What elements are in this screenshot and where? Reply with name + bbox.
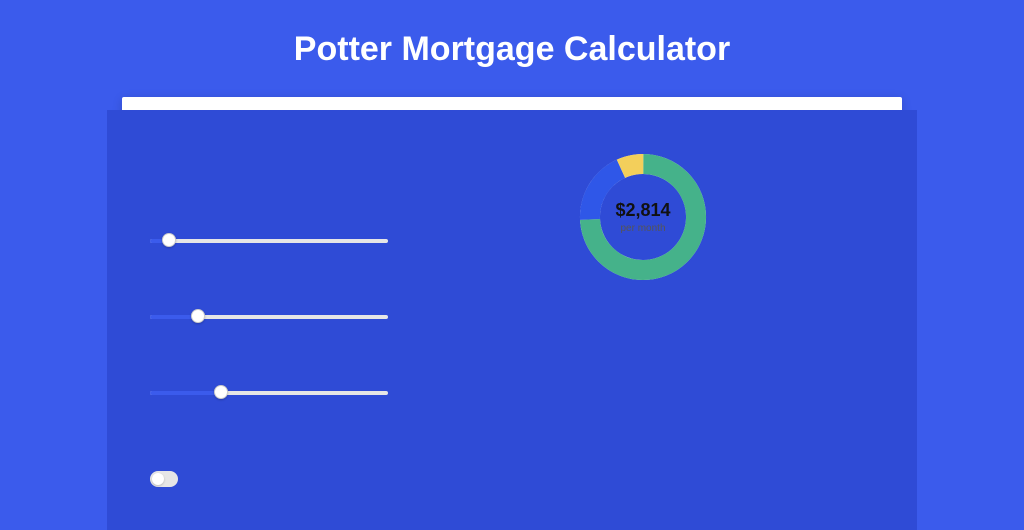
slider-thumb[interactable] [162, 233, 176, 247]
slider-thumb[interactable] [191, 309, 205, 323]
veteran-toggle[interactable] [150, 471, 178, 487]
donut-center-value: $2,814 [615, 200, 670, 221]
slider-thumb[interactable] [214, 385, 228, 399]
donut-center: $2,814 per month [573, 147, 713, 287]
page-title: Potter Mortgage Calculator [0, 0, 1024, 97]
home-price-slider[interactable] [150, 233, 388, 247]
interest-rate-slider[interactable] [150, 385, 388, 399]
down-payment-slider[interactable] [150, 309, 388, 323]
donut-center-sub: per month [620, 223, 665, 234]
toggle-handle [152, 473, 164, 485]
donut-chart: $2,814 per month [573, 147, 713, 287]
